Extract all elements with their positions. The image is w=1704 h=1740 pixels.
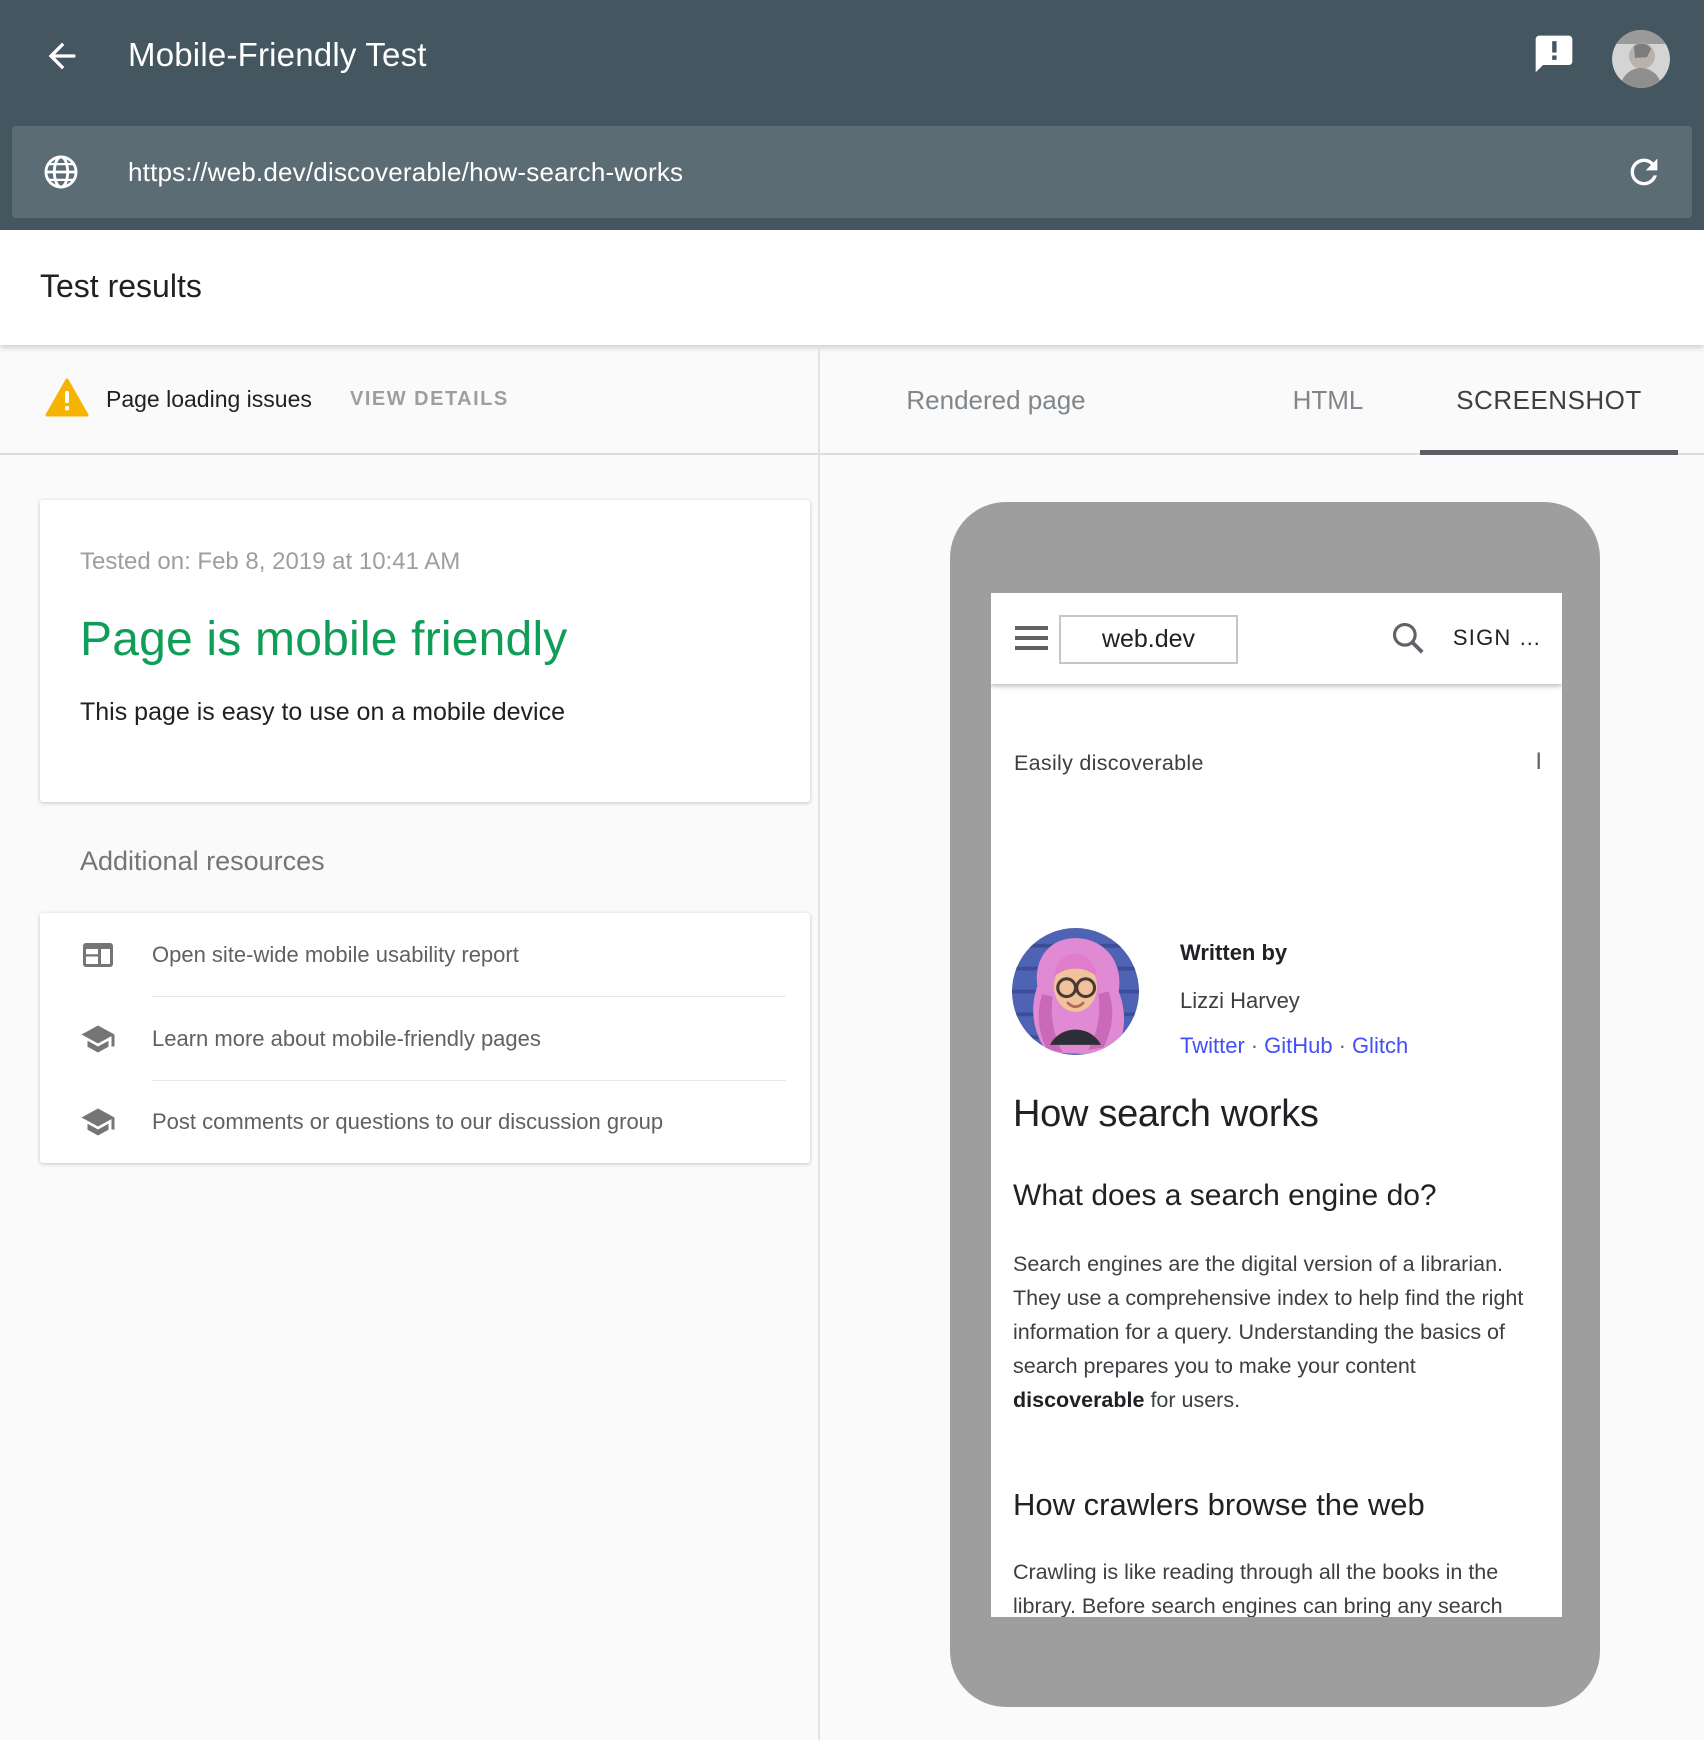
paragraph-line: Search engines are the digital version o… — [1013, 1247, 1523, 1281]
paragraph-line: search prepares you to make your content — [1013, 1349, 1523, 1383]
resource-label: Open site-wide mobile usability report — [152, 942, 519, 968]
resource-link-learn-more[interactable]: Learn more about mobile-friendly pages — [40, 997, 810, 1080]
additional-resources-card: Open site-wide mobile usability report L… — [40, 913, 810, 1163]
site-name: web.dev — [1102, 625, 1195, 654]
learn-icon — [80, 1021, 116, 1057]
clipped-menu-glyph: I — [1535, 748, 1542, 776]
additional-resources-heading: Additional resources — [80, 846, 325, 877]
site-logo-box: web.dev — [1059, 615, 1238, 664]
url-value: https://web.dev/discoverable/how-search-… — [128, 157, 1624, 188]
back-button[interactable] — [42, 36, 82, 76]
tab-html[interactable]: HTML — [1293, 385, 1364, 416]
url-bar[interactable]: https://web.dev/discoverable/how-search-… — [12, 126, 1692, 218]
phone-screenshot: web.dev SIGN … Easily discoverable I — [991, 593, 1562, 1617]
active-tab-underline — [1420, 450, 1678, 455]
discussion-icon — [80, 1104, 116, 1140]
tab-rendered-page[interactable]: Rendered page — [906, 385, 1085, 416]
article-paragraph-1: Search engines are the digital version o… — [1013, 1247, 1523, 1417]
feedback-icon — [1532, 32, 1576, 76]
paragraph-line: discoverable for users. — [1013, 1383, 1523, 1417]
app-title: Mobile-Friendly Test — [128, 36, 427, 74]
glitch-link: Glitch — [1352, 1033, 1408, 1058]
mobile-friendly-test-app: Mobile-Friendly Test https://web.dev/dis… — [0, 0, 1704, 1740]
paragraph-line: Crawling is like reading through all the… — [1013, 1555, 1503, 1589]
feedback-button[interactable] — [1532, 32, 1576, 76]
warning-icon — [45, 378, 89, 418]
resource-label: Learn more about mobile-friendly pages — [152, 1026, 541, 1052]
tested-on-timestamp: Tested on: Feb 8, 2019 at 10:41 AM — [80, 548, 460, 576]
usability-report-icon — [80, 937, 116, 973]
resource-link-discussion-group[interactable]: Post comments or questions to our discus… — [40, 1080, 810, 1163]
article-title: How search works — [1013, 1093, 1319, 1136]
author-avatar — [1012, 928, 1139, 1055]
link-separator: · — [1251, 1033, 1258, 1058]
author-avatar-photo-icon — [1012, 928, 1139, 1055]
author-name: Lizzi Harvey — [1180, 988, 1300, 1014]
article-subheading-2: How crawlers browse the web — [1013, 1487, 1425, 1523]
user-avatar-photo-icon — [1612, 30, 1670, 88]
resource-link-usability-report[interactable]: Open site-wide mobile usability report — [40, 913, 810, 996]
test-result-card: Tested on: Feb 8, 2019 at 10:41 AM Page … — [40, 500, 810, 802]
refresh-icon[interactable] — [1624, 152, 1664, 192]
search-icon — [1389, 619, 1427, 657]
bold-keyword: discoverable — [1013, 1388, 1144, 1412]
page-title: Test results — [40, 268, 202, 305]
twitter-link: Twitter — [1180, 1033, 1245, 1058]
panel-divider — [818, 345, 820, 1740]
paragraph-line: library. Before search engines can bring… — [1013, 1589, 1503, 1617]
results-header-band — [0, 230, 1704, 345]
collection-title: Easily discoverable — [1014, 751, 1204, 776]
link-separator: · — [1339, 1033, 1346, 1058]
paragraph-line: They use a comprehensive index to help f… — [1013, 1281, 1523, 1315]
status-label: Page loading issues — [106, 386, 312, 413]
resource-label: Post comments or questions to our discus… — [152, 1109, 663, 1135]
tab-screenshot[interactable]: SCREENSHOT — [1456, 385, 1642, 416]
view-details-button[interactable]: VIEW DETAILS — [350, 388, 509, 411]
paragraph-line: information for a query. Understanding t… — [1013, 1315, 1523, 1349]
sign-in-label: SIGN … — [1453, 625, 1542, 651]
verdict-heading: Page is mobile friendly — [80, 612, 568, 667]
github-link: GitHub — [1264, 1033, 1332, 1058]
author-links: Twitter·GitHub·Glitch — [1180, 1033, 1414, 1059]
verdict-description: This page is easy to use on a mobile dev… — [80, 698, 565, 727]
article-paragraph-2: Crawling is like reading through all the… — [1013, 1555, 1503, 1617]
globe-icon — [42, 153, 80, 191]
screenshot-site-header: web.dev SIGN … — [991, 593, 1562, 684]
back-arrow-icon — [42, 36, 82, 76]
phone-mockup: web.dev SIGN … Easily discoverable I — [950, 502, 1600, 1707]
article-subheading-1: What does a search engine do? — [1013, 1179, 1437, 1213]
written-by-label: Written by — [1180, 940, 1287, 966]
hamburger-menu-icon — [1015, 626, 1048, 652]
user-avatar[interactable] — [1612, 30, 1670, 88]
